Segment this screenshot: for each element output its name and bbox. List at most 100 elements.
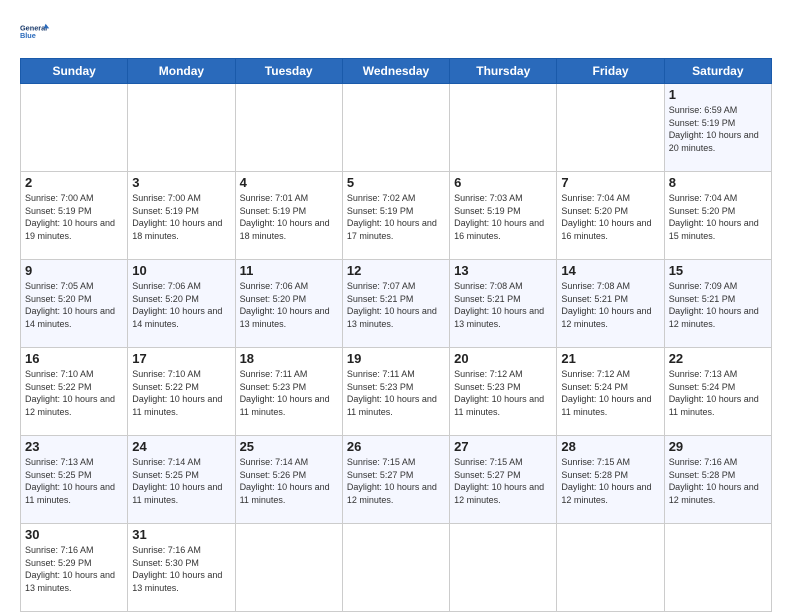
- calendar-table: SundayMondayTuesdayWednesdayThursdayFrid…: [20, 58, 772, 612]
- calendar-week-row: 23Sunrise: 7:13 AM Sunset: 5:25 PM Dayli…: [21, 436, 772, 524]
- calendar-week-row: 9Sunrise: 7:05 AM Sunset: 5:20 PM Daylig…: [21, 260, 772, 348]
- day-number: 17: [132, 351, 230, 366]
- calendar-cell: 5Sunrise: 7:02 AM Sunset: 5:19 PM Daylig…: [342, 172, 449, 260]
- day-of-week-header: Friday: [557, 59, 664, 84]
- calendar-cell: [235, 524, 342, 612]
- day-info: Sunrise: 7:12 AM Sunset: 5:24 PM Dayligh…: [561, 368, 659, 418]
- day-info: Sunrise: 7:06 AM Sunset: 5:20 PM Dayligh…: [240, 280, 338, 330]
- calendar-cell: 11Sunrise: 7:06 AM Sunset: 5:20 PM Dayli…: [235, 260, 342, 348]
- calendar-cell: 18Sunrise: 7:11 AM Sunset: 5:23 PM Dayli…: [235, 348, 342, 436]
- day-number: 3: [132, 175, 230, 190]
- day-info: Sunrise: 7:00 AM Sunset: 5:19 PM Dayligh…: [132, 192, 230, 242]
- day-number: 2: [25, 175, 123, 190]
- day-number: 12: [347, 263, 445, 278]
- day-number: 28: [561, 439, 659, 454]
- day-number: 1: [669, 87, 767, 102]
- calendar-cell: 23Sunrise: 7:13 AM Sunset: 5:25 PM Dayli…: [21, 436, 128, 524]
- day-number: 23: [25, 439, 123, 454]
- day-number: 9: [25, 263, 123, 278]
- day-number: 6: [454, 175, 552, 190]
- calendar-cell: [557, 84, 664, 172]
- day-number: 7: [561, 175, 659, 190]
- calendar-cell: 2 Sunrise: 7:00 AM Sunset: 5:19 PM Daylig…: [21, 172, 128, 260]
- day-info: Sunrise: 6:59 AM Sunset: 5:19 PM Dayligh…: [669, 104, 767, 154]
- day-number: 22: [669, 351, 767, 366]
- calendar-week-row: 16 Sunrise: 7:10 AM Sunset: 5:22 PM Dayli…: [21, 348, 772, 436]
- calendar-cell: 25Sunrise: 7:14 AM Sunset: 5:26 PM Dayli…: [235, 436, 342, 524]
- day-info: Sunrise: 7:01 AM Sunset: 5:19 PM Dayligh…: [240, 192, 338, 242]
- calendar-cell: [128, 84, 235, 172]
- day-number: 10: [132, 263, 230, 278]
- calendar-cell: 3 Sunrise: 7:00 AM Sunset: 5:19 PM Daylig…: [128, 172, 235, 260]
- calendar-cell: 30 Sunrise: 7:16 AM Sunset: 5:29 PM Dayli…: [21, 524, 128, 612]
- day-number: 30: [25, 527, 123, 542]
- calendar-cell: 21 Sunrise: 7:12 AM Sunset: 5:24 PM Dayli…: [557, 348, 664, 436]
- day-of-week-header: Thursday: [450, 59, 557, 84]
- calendar-cell: 29 Sunrise: 7:16 AM Sunset: 5:28 PM Dayli…: [664, 436, 771, 524]
- day-info: Sunrise: 7:08 AM Sunset: 5:21 PM Dayligh…: [454, 280, 552, 330]
- calendar-week-row: 30 Sunrise: 7:16 AM Sunset: 5:29 PM Dayli…: [21, 524, 772, 612]
- calendar-cell: 6 Sunrise: 7:03 AM Sunset: 5:19 PM Daylig…: [450, 172, 557, 260]
- calendar-cell: 4Sunrise: 7:01 AM Sunset: 5:19 PM Daylig…: [235, 172, 342, 260]
- day-info: Sunrise: 7:06 AM Sunset: 5:20 PM Dayligh…: [132, 280, 230, 330]
- calendar-cell: 31 Sunrise: 7:16 AM Sunset: 5:30 PM Dayli…: [128, 524, 235, 612]
- day-info: Sunrise: 7:14 AM Sunset: 5:25 PM Dayligh…: [132, 456, 230, 506]
- day-of-week-header: Saturday: [664, 59, 771, 84]
- day-number: 29: [669, 439, 767, 454]
- calendar-page: General Blue SundayMondayTuesdayWednesda…: [0, 0, 792, 612]
- day-info: Sunrise: 7:08 AM Sunset: 5:21 PM Dayligh…: [561, 280, 659, 330]
- day-info: Sunrise: 7:04 AM Sunset: 5:20 PM Dayligh…: [561, 192, 659, 242]
- day-number: 27: [454, 439, 552, 454]
- calendar-cell: 26Sunrise: 7:15 AM Sunset: 5:27 PM Dayli…: [342, 436, 449, 524]
- logo-icon: General Blue: [20, 16, 52, 48]
- day-info: Sunrise: 7:02 AM Sunset: 5:19 PM Dayligh…: [347, 192, 445, 242]
- calendar-cell: [342, 84, 449, 172]
- calendar-cell: 9Sunrise: 7:05 AM Sunset: 5:20 PM Daylig…: [21, 260, 128, 348]
- day-info: Sunrise: 7:15 AM Sunset: 5:28 PM Dayligh…: [561, 456, 659, 506]
- calendar-cell: 22 Sunrise: 7:13 AM Sunset: 5:24 PM Dayli…: [664, 348, 771, 436]
- days-of-week-row: SundayMondayTuesdayWednesdayThursdayFrid…: [21, 59, 772, 84]
- calendar-cell: 28 Sunrise: 7:15 AM Sunset: 5:28 PM Dayli…: [557, 436, 664, 524]
- day-number: 26: [347, 439, 445, 454]
- calendar-cell: [21, 84, 128, 172]
- day-number: 14: [561, 263, 659, 278]
- day-number: 25: [240, 439, 338, 454]
- day-number: 16: [25, 351, 123, 366]
- day-number: 31: [132, 527, 230, 542]
- day-number: 8: [669, 175, 767, 190]
- day-info: Sunrise: 7:03 AM Sunset: 5:19 PM Dayligh…: [454, 192, 552, 242]
- day-info: Sunrise: 7:11 AM Sunset: 5:23 PM Dayligh…: [240, 368, 338, 418]
- day-number: 24: [132, 439, 230, 454]
- calendar-cell: [557, 524, 664, 612]
- day-info: Sunrise: 7:13 AM Sunset: 5:24 PM Dayligh…: [669, 368, 767, 418]
- day-of-week-header: Monday: [128, 59, 235, 84]
- calendar-cell: 10 Sunrise: 7:06 AM Sunset: 5:20 PM Dayli…: [128, 260, 235, 348]
- calendar-cell: [450, 524, 557, 612]
- calendar-cell: 12 Sunrise: 7:07 AM Sunset: 5:21 PM Dayli…: [342, 260, 449, 348]
- calendar-cell: [450, 84, 557, 172]
- day-info: Sunrise: 7:16 AM Sunset: 5:28 PM Dayligh…: [669, 456, 767, 506]
- day-info: Sunrise: 7:15 AM Sunset: 5:27 PM Dayligh…: [454, 456, 552, 506]
- calendar-cell: 24 Sunrise: 7:14 AM Sunset: 5:25 PM Dayli…: [128, 436, 235, 524]
- calendar-cell: 13 Sunrise: 7:08 AM Sunset: 5:21 PM Dayli…: [450, 260, 557, 348]
- calendar-cell: 20Sunrise: 7:12 AM Sunset: 5:23 PM Dayli…: [450, 348, 557, 436]
- calendar-cell: [664, 524, 771, 612]
- calendar-cell: 27 Sunrise: 7:15 AM Sunset: 5:27 PM Dayli…: [450, 436, 557, 524]
- day-of-week-header: Sunday: [21, 59, 128, 84]
- day-number: 21: [561, 351, 659, 366]
- day-info: Sunrise: 7:11 AM Sunset: 5:23 PM Dayligh…: [347, 368, 445, 418]
- svg-text:Blue: Blue: [20, 31, 36, 40]
- day-info: Sunrise: 7:16 AM Sunset: 5:29 PM Dayligh…: [25, 544, 123, 594]
- day-info: Sunrise: 7:10 AM Sunset: 5:22 PM Dayligh…: [132, 368, 230, 418]
- day-info: Sunrise: 7:00 AM Sunset: 5:19 PM Dayligh…: [25, 192, 123, 242]
- day-number: 20: [454, 351, 552, 366]
- logo: General Blue: [20, 16, 52, 48]
- day-info: Sunrise: 7:10 AM Sunset: 5:22 PM Dayligh…: [25, 368, 123, 418]
- calendar-cell: [235, 84, 342, 172]
- day-info: Sunrise: 7:16 AM Sunset: 5:30 PM Dayligh…: [132, 544, 230, 594]
- calendar-cell: 19Sunrise: 7:11 AM Sunset: 5:23 PM Dayli…: [342, 348, 449, 436]
- day-number: 13: [454, 263, 552, 278]
- day-info: Sunrise: 7:07 AM Sunset: 5:21 PM Dayligh…: [347, 280, 445, 330]
- calendar-week-row: 1 Sunrise: 6:59 AM Sunset: 5:19 PM Daylig…: [21, 84, 772, 172]
- day-number: 15: [669, 263, 767, 278]
